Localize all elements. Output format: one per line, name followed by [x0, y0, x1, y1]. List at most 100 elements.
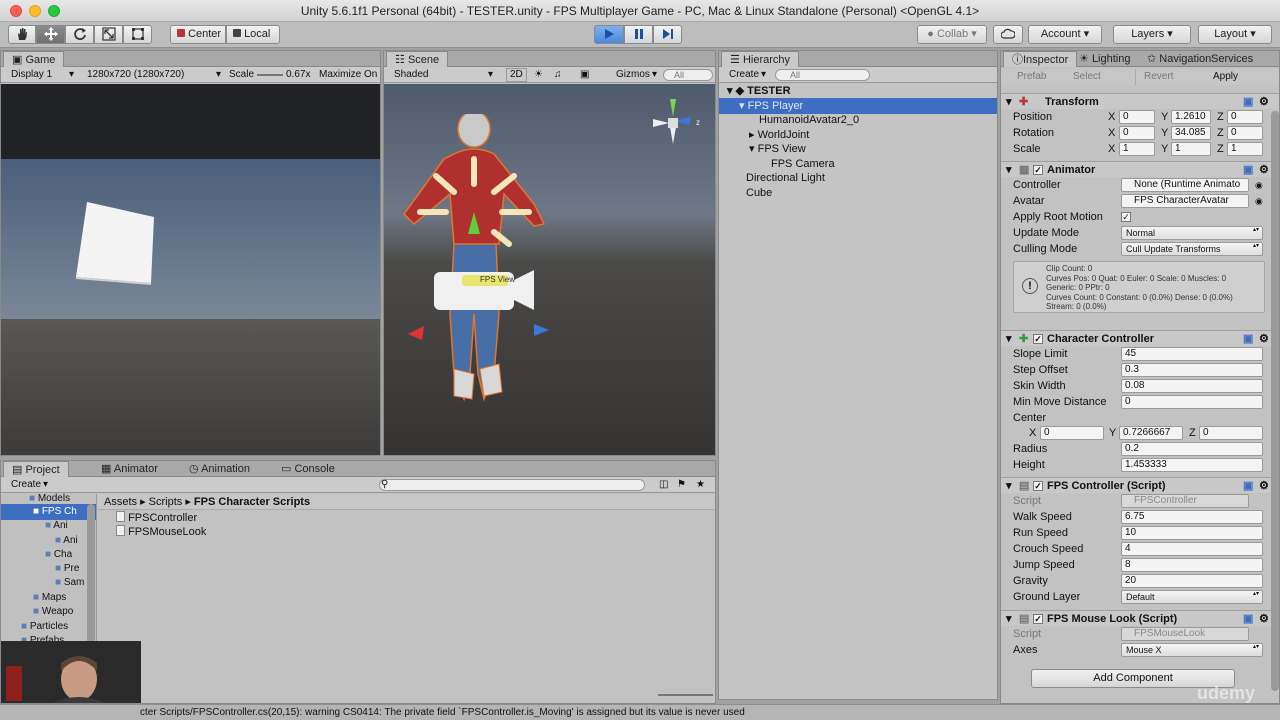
position-y-field[interactable]: 1.2610	[1171, 110, 1211, 124]
tab-animator[interactable]: ▦ Animator	[93, 461, 166, 477]
min-move-distance-field[interactable]: 0	[1121, 395, 1263, 409]
hierarchy-item-cube[interactable]	[719, 199, 997, 215]
cloud-button[interactable]	[993, 25, 1023, 44]
tab-game[interactable]: ▣ Game	[3, 51, 65, 67]
breadcrumb-scripts[interactable]: Scripts	[149, 496, 183, 508]
axes-dropdown[interactable]: Mouse X	[1121, 643, 1263, 657]
rect-tool-button[interactable]	[123, 25, 152, 44]
component-gear-icon[interactable]: ⚙	[1259, 162, 1269, 178]
apply-root-motion-checkbox[interactable]: ✓	[1121, 212, 1131, 222]
step-offset-field[interactable]: 0.3	[1121, 363, 1263, 377]
animator-header[interactable]: ▾ ▦ ✓ Animator ▣ ⚙	[1001, 161, 1279, 177]
character-controller-header[interactable]: ▾ ✚ ✓ Character Controller ▣ ⚙	[1001, 330, 1279, 346]
prefab-apply-button[interactable]: Apply	[1213, 69, 1238, 85]
character-controller-enabled-checkbox[interactable]: ✓	[1033, 334, 1043, 344]
layout-dropdown[interactable]: Layout ▾	[1198, 25, 1272, 44]
animator-enabled-checkbox[interactable]: ✓	[1033, 165, 1043, 175]
slope-limit-field[interactable]: 45	[1121, 347, 1263, 361]
step-button[interactable]	[653, 25, 682, 44]
fps-controller-enabled-checkbox[interactable]: ✓	[1033, 481, 1043, 491]
ground-layer-dropdown[interactable]: Default	[1121, 590, 1263, 604]
scale-y-field[interactable]: 1	[1171, 142, 1211, 156]
jump-speed-field[interactable]: 8	[1121, 558, 1263, 572]
play-button[interactable]	[594, 25, 624, 44]
crouch-speed-field[interactable]: 4	[1121, 542, 1263, 556]
gravity-field[interactable]: 20	[1121, 574, 1263, 588]
height-field[interactable]: 1.453333	[1121, 458, 1263, 472]
hierarchy-item-humanoid-avatar[interactable]: HumanoidAvatar2_0	[719, 112, 997, 128]
folder-tree-scrollbar[interactable]	[87, 504, 95, 644]
rotation-z-field[interactable]: 0	[1227, 126, 1263, 140]
pivot-center-toggle[interactable]: Center	[170, 25, 226, 44]
tab-project[interactable]: ▤ Project	[3, 461, 69, 477]
icon-size-slider[interactable]	[658, 694, 713, 696]
maximize-window-button[interactable]	[48, 5, 60, 17]
scene-viewport[interactable]: FPS View z	[384, 84, 715, 455]
tab-scene[interactable]: ☷ Scene	[386, 51, 449, 67]
center-z-field[interactable]: 0	[1199, 426, 1263, 440]
culling-mode-dropdown[interactable]: Cull Update Transforms	[1121, 242, 1263, 256]
tab-services[interactable]: Services	[1203, 51, 1261, 67]
shading-dropdown[interactable]: Shaded	[394, 67, 428, 83]
scale-slider[interactable]	[257, 74, 283, 76]
space-local-toggle[interactable]: Local	[226, 25, 280, 44]
transform-header[interactable]: ▾ ✚ Transform ▣ ⚙	[1001, 93, 1279, 109]
component-gear-icon[interactable]: ⚙	[1259, 331, 1269, 347]
tab-hierarchy[interactable]: ☰ Hierarchy	[721, 51, 800, 67]
scale-x-field[interactable]: 1	[1119, 142, 1155, 156]
fps-mouse-look-header[interactable]: ▾ ▤ ✓ FPS Mouse Look (Script) ▣ ⚙	[1001, 610, 1279, 626]
tab-lighting[interactable]: ☀ Lighting	[1071, 51, 1138, 67]
center-x-field[interactable]: 0	[1040, 426, 1104, 440]
hand-tool-button[interactable]	[8, 25, 36, 44]
component-gear-icon[interactable]: ⚙	[1259, 478, 1269, 494]
run-speed-field[interactable]: 10	[1121, 526, 1263, 540]
breadcrumb-current[interactable]: FPS Character Scripts	[194, 496, 310, 508]
inspector-scrollbar[interactable]	[1271, 111, 1279, 691]
hierarchy-item-directional-light[interactable]: Directional Light	[719, 170, 997, 186]
controller-field[interactable]: None (Runtime Animato	[1121, 178, 1249, 192]
prefab-revert-button[interactable]: Revert	[1144, 69, 1173, 85]
help-book-icon[interactable]: ▣	[1243, 331, 1253, 347]
display-dropdown[interactable]: Display 1	[11, 67, 52, 83]
pause-button[interactable]	[624, 25, 653, 44]
avatar-field[interactable]: FPS CharacterAvatar	[1121, 194, 1249, 208]
position-z-field[interactable]: 0	[1227, 110, 1263, 124]
filter-type-icon[interactable]: ◫	[659, 477, 668, 493]
hierarchy-create-dropdown[interactable]: Create	[729, 67, 759, 83]
help-book-icon[interactable]: ▣	[1243, 162, 1253, 178]
mode-2d-toggle[interactable]: 2D	[506, 68, 527, 82]
project-search-input[interactable]	[379, 479, 645, 491]
folder-weapons[interactable]: ■ Weapo	[1, 604, 96, 620]
center-y-field[interactable]: 0.7266667	[1119, 426, 1183, 440]
position-x-field[interactable]: 0	[1119, 110, 1155, 124]
rotate-tool-button[interactable]	[65, 25, 94, 44]
account-dropdown[interactable]: Account ▾	[1028, 25, 1102, 44]
tab-animation[interactable]: ◷ Animation	[181, 461, 258, 477]
skin-width-field[interactable]: 0.08	[1121, 379, 1263, 393]
layers-dropdown[interactable]: Layers ▾	[1113, 25, 1191, 44]
minimize-window-button[interactable]	[29, 5, 41, 17]
gizmos-dropdown[interactable]: Gizmos	[616, 67, 650, 83]
object-picker-icon[interactable]: ◉	[1255, 177, 1263, 193]
fps-mouse-look-enabled-checkbox[interactable]: ✓	[1033, 614, 1043, 624]
rotation-y-field[interactable]: 34.085	[1171, 126, 1211, 140]
filter-label-icon[interactable]: ⚑	[677, 477, 686, 493]
game-viewport[interactable]	[1, 84, 380, 455]
scale-z-field[interactable]: 1	[1227, 142, 1263, 156]
lighting-toggle-icon[interactable]: ☀	[534, 67, 543, 83]
help-book-icon[interactable]: ▣	[1243, 478, 1253, 494]
help-book-icon[interactable]: ▣	[1243, 94, 1253, 110]
tab-inspector[interactable]: ⓘInspector	[1003, 51, 1078, 67]
favorite-star-icon[interactable]: ★	[696, 477, 705, 493]
folder-ani-1[interactable]: ■ Ani	[1, 518, 96, 534]
component-gear-icon[interactable]: ⚙	[1259, 611, 1269, 627]
walk-speed-field[interactable]: 6.75	[1121, 510, 1263, 524]
image-effects-icon[interactable]: ▣	[580, 67, 589, 83]
scale-tool-button[interactable]	[94, 25, 123, 44]
resolution-dropdown[interactable]: 1280x720 (1280x720)	[87, 67, 184, 83]
tab-console[interactable]: ▭ Console	[273, 461, 343, 477]
prefab-select-button[interactable]: Select	[1073, 69, 1136, 85]
move-tool-button[interactable]	[36, 25, 65, 44]
collab-dropdown[interactable]: ● Collab ▾	[917, 25, 987, 44]
file-fps-mouse-look[interactable]: FPSMouseLook	[98, 524, 715, 540]
